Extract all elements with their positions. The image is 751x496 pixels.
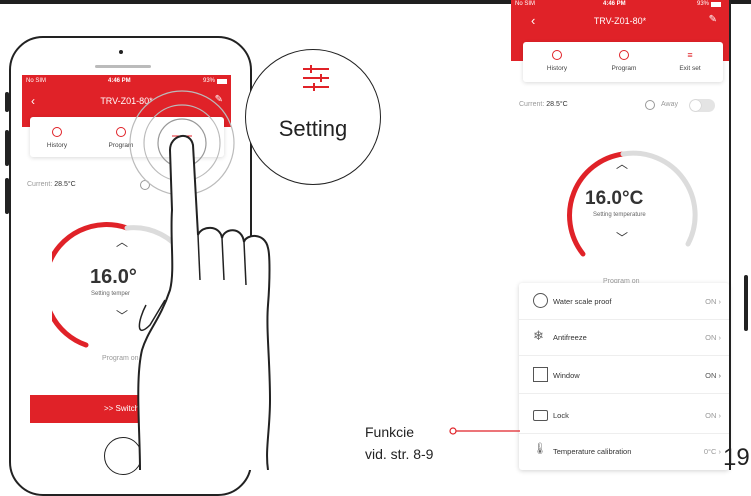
callout-line	[449, 427, 520, 435]
status-time: 4:46 PM	[108, 78, 131, 84]
setting-label: Window	[553, 371, 580, 380]
speaker-grill	[95, 65, 151, 68]
water-scale-icon	[533, 293, 548, 308]
tab-program-label: Program	[611, 65, 637, 72]
window-icon	[533, 367, 548, 382]
current-temp-row: Current: 28.5°C	[27, 181, 76, 188]
tab-history-label: History	[46, 142, 68, 149]
setting-value: ON	[705, 297, 717, 306]
settings-list: Water scale proof ON › ❄ Antifreeze ON ›…	[519, 283, 729, 470]
annotation-line1: Funkcie	[365, 424, 415, 440]
tab-exit-set[interactable]: ≡ Exit set	[673, 50, 707, 72]
tab-history-label: History	[546, 65, 568, 72]
sliders-icon: ≡	[687, 50, 693, 60]
annotation-line2: vid. str. 8-9	[365, 446, 434, 462]
settings-row-calibration[interactable]: 🌡 Temperature calibration 0°C ›	[519, 433, 729, 469]
current-label: Current:	[519, 101, 545, 108]
lock-icon	[533, 410, 548, 421]
battery-icon	[711, 2, 721, 7]
status-battery: 93%	[696, 1, 709, 7]
page-number: 19	[723, 444, 750, 471]
status-time: 4:46 PM	[603, 1, 626, 7]
device-title: TRV-Z01-80*	[593, 16, 647, 26]
current-label: Current:	[27, 181, 53, 188]
settings-row-water-scale[interactable]: Water scale proof ON ›	[519, 283, 729, 320]
away-toggle[interactable]	[689, 99, 715, 112]
tab-program[interactable]: Program	[607, 50, 641, 72]
setting-label: Water scale proof	[553, 297, 612, 306]
right-tabs-card: History Program ≡ Exit set	[523, 42, 723, 82]
tab-exit-set-label: Exit set	[679, 65, 701, 72]
snowflake-icon: ❄	[533, 328, 544, 343]
setting-value: ON	[705, 411, 717, 420]
right-phone-frame-edge	[729, 0, 731, 470]
status-carrier: No SIM	[26, 78, 47, 84]
setting-label: Antifreeze	[553, 333, 587, 342]
right-phone-screen: No SIM 4:46 PM 93% ‹ TRV-Z01-80* ✎ Histo…	[511, 0, 729, 470]
settings-row-antifreeze[interactable]: ❄ Antifreeze ON ›	[519, 319, 729, 356]
tab-history[interactable]: History	[42, 127, 72, 149]
settings-row-window[interactable]: Window ON ›	[519, 355, 729, 394]
setting-label: Temperature calibration	[553, 447, 632, 456]
current-value: 28.5°C	[54, 181, 76, 188]
clock-icon	[552, 50, 562, 60]
battery-icon	[217, 79, 227, 84]
settings-row-lock[interactable]: Lock ON ›	[519, 393, 729, 434]
clock-icon	[52, 127, 62, 137]
edit-pencil-icon[interactable]: ✎	[709, 14, 717, 25]
setting-value: ON	[705, 371, 717, 380]
away-label: Away	[661, 101, 678, 108]
status-carrier: No SIM	[515, 1, 536, 7]
volume-down-button	[5, 178, 9, 214]
camera-dot	[119, 50, 123, 54]
volume-up-button	[5, 130, 9, 166]
tab-history[interactable]: History	[541, 50, 573, 72]
thermometer-icon: 🌡	[533, 443, 547, 455]
pointing-hand-icon	[137, 135, 272, 470]
current-value: 28.5°C	[546, 101, 568, 108]
functions-annotation: Funkcie vid. str. 8-9	[365, 421, 433, 465]
setting-value: 0°C	[703, 447, 717, 456]
status-battery: 93%	[202, 78, 215, 84]
right-side-button	[744, 275, 748, 331]
mute-switch	[5, 92, 9, 112]
temp-down-chevron-icon[interactable]: ﹀	[616, 229, 628, 246]
right-setting-label: Setting temperature	[593, 212, 646, 218]
current-temp-row: Current: 28.5°C	[519, 101, 568, 108]
setting-label: Lock	[553, 411, 569, 420]
away-icon	[645, 100, 655, 110]
settings-sliders-icon	[303, 65, 329, 91]
minus-circle-icon	[619, 50, 629, 60]
right-temperature-value: 16.0°C	[585, 188, 644, 209]
temp-up-chevron-icon[interactable]: ︿	[616, 155, 628, 172]
setting-value: ON	[705, 333, 717, 342]
